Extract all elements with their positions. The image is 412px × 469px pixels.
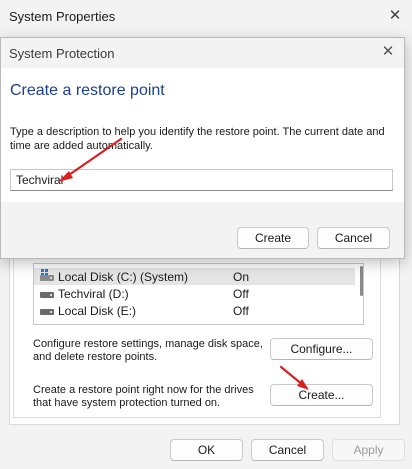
drive-list[interactable]: Local Disk (C:) (System) On Techviral (D… xyxy=(33,263,364,325)
window-title: System Properties xyxy=(9,9,116,24)
close-icon[interactable]: ✕ xyxy=(388,8,402,23)
create-button[interactable]: Create xyxy=(237,227,309,249)
create-restore-point-button[interactable]: Create... xyxy=(270,384,373,406)
drive-protection-status: On xyxy=(233,270,250,284)
drive-row-e[interactable]: Local Disk (E:) Off xyxy=(34,302,355,319)
dialog-instructions: Type a description to help you identify … xyxy=(10,126,385,152)
dialog-title: System Protection xyxy=(9,46,115,61)
close-icon[interactable]: ✕ xyxy=(381,44,395,59)
drive-protection-status: Off xyxy=(233,287,249,301)
drive-icon xyxy=(40,290,54,298)
configure-button[interactable]: Configure... xyxy=(270,338,373,360)
ok-button[interactable]: OK xyxy=(170,439,243,461)
drive-name: Techviral (D:) xyxy=(58,287,129,301)
apply-button: Apply xyxy=(332,439,405,461)
dialog-footer: Create Cancel xyxy=(1,202,404,258)
system-protection-dialog: System Protection ✕ Create a restore poi… xyxy=(0,37,405,259)
windows-drive-icon xyxy=(40,268,54,281)
cancel-button[interactable]: Cancel xyxy=(317,227,390,249)
restore-point-description-input[interactable] xyxy=(10,169,393,191)
cancel-button[interactable]: Cancel xyxy=(251,439,324,461)
drive-name: Local Disk (C:) (System) xyxy=(58,270,189,284)
create-description: Create a restore point right now for the… xyxy=(33,384,254,409)
drive-list-scrollbar[interactable] xyxy=(359,264,363,324)
drive-protection-status: Off xyxy=(233,304,249,318)
drive-name: Local Disk (E:) xyxy=(58,304,137,318)
dialog-titlebar[interactable]: System Protection ✕ xyxy=(1,38,404,68)
drive-icon xyxy=(40,307,54,315)
scrollbar-thumb[interactable] xyxy=(360,266,363,296)
configure-description: Configure restore settings, manage disk … xyxy=(33,338,263,363)
dialog-content: Create a restore point Type a descriptio… xyxy=(1,68,404,202)
dialog-heading: Create a restore point xyxy=(10,82,165,99)
drive-row-c[interactable]: Local Disk (C:) (System) On xyxy=(34,268,355,285)
drive-row-d[interactable]: Techviral (D:) Off xyxy=(34,285,355,302)
